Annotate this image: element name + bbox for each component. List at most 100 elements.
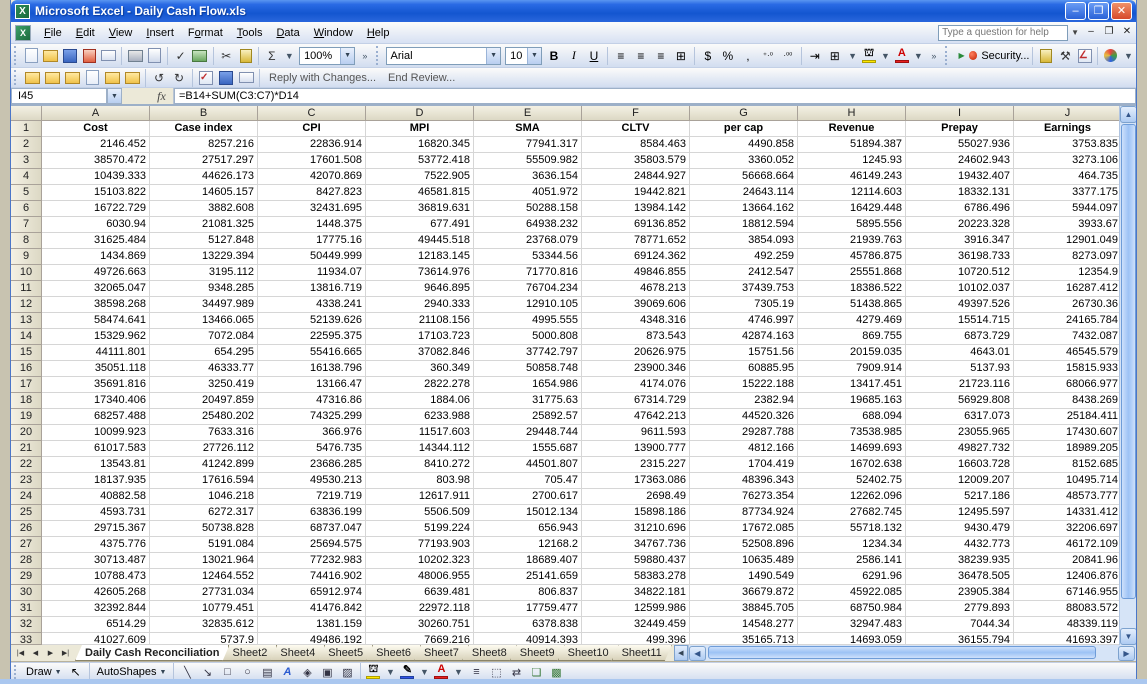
cell[interactable]: 7072.084 xyxy=(150,329,258,345)
cell[interactable]: Case index xyxy=(150,121,258,137)
horizontal-scroll-thumb[interactable] xyxy=(708,646,1096,659)
toolbar-grip[interactable] xyxy=(14,665,19,679)
cell[interactable]: 869.755 xyxy=(798,329,906,345)
spelling-icon[interactable]: ✓ xyxy=(172,47,189,65)
save-icon[interactable] xyxy=(62,47,79,65)
cell[interactable]: 25694.575 xyxy=(258,537,366,553)
cell[interactable]: 6272.317 xyxy=(150,505,258,521)
cell[interactable]: 12599.986 xyxy=(582,601,690,617)
workbook-close-button[interactable]: ✕ xyxy=(1119,26,1135,40)
cell[interactable]: 8427.823 xyxy=(258,185,366,201)
cell[interactable]: per cap xyxy=(690,121,798,137)
cell[interactable]: 20626.975 xyxy=(582,345,690,361)
cell[interactable]: 2822.278 xyxy=(366,377,474,393)
row-header-19[interactable]: 19 xyxy=(11,409,42,425)
cell[interactable]: Cost xyxy=(42,121,150,137)
row-header-27[interactable]: 27 xyxy=(11,537,42,553)
cell[interactable]: 37439.753 xyxy=(690,281,798,297)
cell[interactable]: 88083.572 xyxy=(1014,601,1122,617)
cell[interactable]: 73538.985 xyxy=(798,425,906,441)
row-header-28[interactable]: 28 xyxy=(11,553,42,569)
cell[interactable]: 51894.387 xyxy=(798,137,906,153)
row-header-5[interactable]: 5 xyxy=(11,185,42,201)
row-header-18[interactable]: 18 xyxy=(11,393,42,409)
cell[interactable]: 48006.955 xyxy=(366,569,474,585)
draw-menu-button[interactable]: Draw▼ xyxy=(22,666,66,678)
cell[interactable]: 12901.049 xyxy=(1014,233,1122,249)
cell[interactable]: 656.943 xyxy=(474,521,582,537)
cell[interactable]: 6786.496 xyxy=(906,201,1014,217)
cell[interactable]: 53344.56 xyxy=(474,249,582,265)
cell[interactable]: 16287.412 xyxy=(1014,281,1122,297)
design-mode-icon[interactable]: ∠ xyxy=(1076,47,1093,65)
cell[interactable]: 360.349 xyxy=(366,361,474,377)
cell[interactable]: 45922.085 xyxy=(798,585,906,601)
cell[interactable]: 7909.914 xyxy=(798,361,906,377)
cell[interactable]: 24602.943 xyxy=(906,153,1014,169)
cell[interactable]: 46149.243 xyxy=(798,169,906,185)
row-header-32[interactable]: 32 xyxy=(11,617,42,633)
cell[interactable]: 77232.983 xyxy=(258,553,366,569)
row-header-9[interactable]: 9 xyxy=(11,249,42,265)
cell[interactable]: 40882.58 xyxy=(42,489,150,505)
row-header-15[interactable]: 15 xyxy=(11,345,42,361)
toolbar-options-icon[interactable]: ▼ xyxy=(1123,51,1135,61)
row-header-29[interactable]: 29 xyxy=(11,569,42,585)
last-sheet-icon[interactable]: ▶| xyxy=(58,646,73,660)
row-header-6[interactable]: 6 xyxy=(11,201,42,217)
cell[interactable]: 36478.505 xyxy=(906,569,1014,585)
column-header-J[interactable]: J xyxy=(1014,106,1122,121)
reply-with-changes-button[interactable]: Reply with Changes... xyxy=(269,72,376,84)
cell[interactable]: 13984.142 xyxy=(582,201,690,217)
cell[interactable]: 4746.997 xyxy=(690,313,798,329)
cell[interactable]: 1555.687 xyxy=(474,441,582,457)
row-header-21[interactable]: 21 xyxy=(11,441,42,457)
cell[interactable]: 654.295 xyxy=(150,345,258,361)
cell[interactable]: 14605.157 xyxy=(150,185,258,201)
cell[interactable]: 3360.052 xyxy=(690,153,798,169)
cell[interactable]: 13229.394 xyxy=(150,249,258,265)
record-icon[interactable] xyxy=(969,51,978,60)
cell[interactable]: 12406.876 xyxy=(1014,569,1122,585)
cell[interactable]: 49726.663 xyxy=(42,265,150,281)
autosum-dropdown-icon[interactable]: ▼ xyxy=(284,51,296,61)
cell[interactable]: 44111.801 xyxy=(42,345,150,361)
cell[interactable]: 76704.234 xyxy=(474,281,582,297)
cell[interactable]: 3854.093 xyxy=(690,233,798,249)
cell[interactable]: 69124.362 xyxy=(582,249,690,265)
cell[interactable]: 5191.084 xyxy=(150,537,258,553)
visual-basic-icon[interactable] xyxy=(1037,47,1054,65)
cell[interactable]: CLTV xyxy=(582,121,690,137)
menu-item-insert[interactable]: Insert xyxy=(139,24,181,42)
tools-icon[interactable]: ⚒ xyxy=(1057,47,1074,65)
cell[interactable]: 29287.788 xyxy=(690,425,798,441)
cell[interactable]: 48339.119 xyxy=(1014,617,1122,633)
cell[interactable]: 20841.96 xyxy=(1014,553,1122,569)
scroll-right-icon[interactable]: ▶ xyxy=(1118,646,1135,661)
cell[interactable]: 77193.903 xyxy=(366,537,474,553)
toolbar-options-icon[interactable]: » xyxy=(359,51,371,61)
track-changes-icon[interactable]: ✓ xyxy=(197,69,215,87)
cell[interactable]: 65912.974 xyxy=(258,585,366,601)
font-size-dropdown-icon[interactable]: ▼ xyxy=(527,48,541,64)
end-review-button[interactable]: End Review... xyxy=(388,72,455,84)
open-original-icon[interactable] xyxy=(23,69,41,87)
cell[interactable]: 23900.346 xyxy=(582,361,690,377)
cell[interactable]: 12183.145 xyxy=(366,249,474,265)
cell[interactable]: 22836.914 xyxy=(258,137,366,153)
cell[interactable]: 6030.94 xyxy=(42,217,150,233)
cell[interactable]: 688.094 xyxy=(798,409,906,425)
cell[interactable]: 7044.34 xyxy=(906,617,1014,633)
font-name-dropdown-icon[interactable]: ▼ xyxy=(486,48,500,64)
cell[interactable]: 23055.965 xyxy=(906,425,1014,441)
cell[interactable]: 10495.714 xyxy=(1014,473,1122,489)
scroll-down-icon[interactable]: ▼ xyxy=(1120,628,1136,645)
cell[interactable]: 37742.797 xyxy=(474,345,582,361)
cell[interactable]: 32835.612 xyxy=(150,617,258,633)
tab-sheet2[interactable]: Sheet2 xyxy=(222,645,277,661)
row-header-11[interactable]: 11 xyxy=(11,281,42,297)
insert-function-icon[interactable]: fx xyxy=(150,88,174,104)
cell[interactable]: 34497.989 xyxy=(150,297,258,313)
toolbar-grip[interactable] xyxy=(14,70,19,85)
cell[interactable]: 35165.713 xyxy=(690,633,798,645)
